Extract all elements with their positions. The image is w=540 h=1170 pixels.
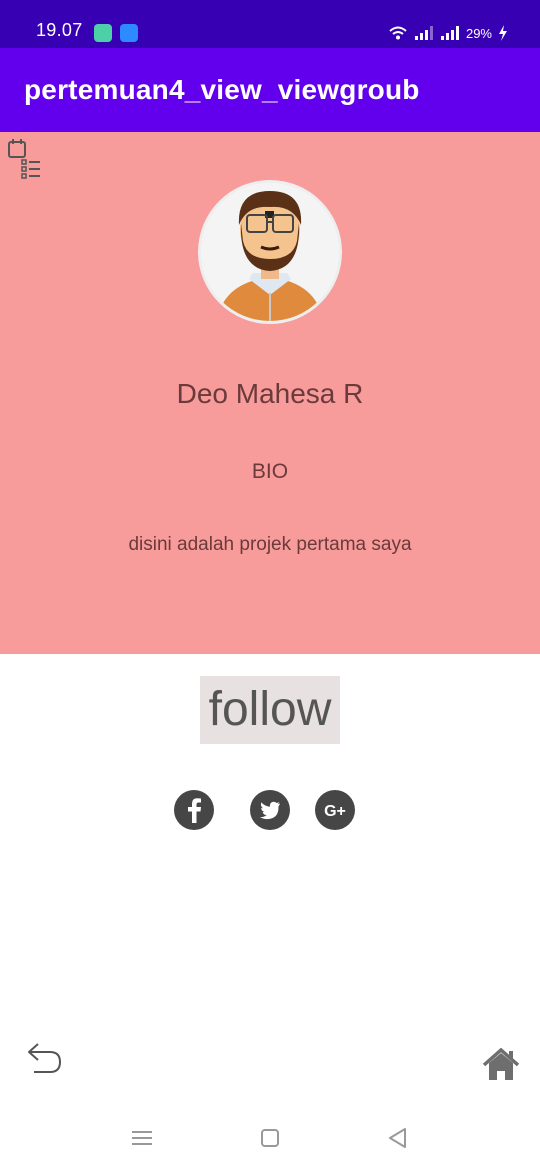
calendar-list-icon — [8, 139, 40, 179]
follow-button[interactable]: follow — [200, 676, 340, 744]
home-icon[interactable] — [482, 1048, 520, 1082]
bio-text: disini adalah projek pertama saya — [128, 534, 412, 555]
status-bar: 19.07 29% — [0, 0, 540, 48]
shield-app-icon — [94, 24, 112, 42]
recent-apps-icon[interactable] — [128, 1124, 156, 1152]
twitter-icon[interactable] — [250, 790, 290, 830]
usb-icon — [120, 24, 138, 42]
profile-name: Deo Mahesa R — [176, 378, 364, 409]
back-nav-icon[interactable] — [384, 1124, 412, 1152]
battery-percent: 29% — [465, 25, 492, 41]
wifi-icon — [389, 26, 407, 40]
back-arrow-icon[interactable] — [24, 1040, 64, 1076]
facebook-icon[interactable] — [174, 790, 214, 830]
social-links: G+ — [0, 790, 540, 832]
system-nav-bar — [0, 1104, 540, 1170]
app-bar: pertemuan4_view_viewgroub — [0, 48, 540, 132]
signal-icon — [414, 26, 433, 40]
profile-panel: Deo Mahesa R BIO disini adalah projek pe… — [0, 132, 540, 654]
signal-icon — [440, 26, 459, 40]
avatar-illustration — [201, 183, 339, 321]
avatar — [198, 180, 342, 324]
app-title: pertemuan4_view_viewgroub — [24, 74, 420, 105]
google-plus-icon[interactable]: G+ — [315, 790, 355, 830]
bio-label: BIO — [251, 460, 289, 483]
battery-charging-icon — [499, 25, 507, 41]
status-time: 19.07 — [36, 20, 83, 40]
home-nav-icon[interactable] — [256, 1124, 284, 1152]
status-indicators: 29% — [388, 22, 508, 44]
google-plus-text: G+ — [324, 803, 346, 820]
